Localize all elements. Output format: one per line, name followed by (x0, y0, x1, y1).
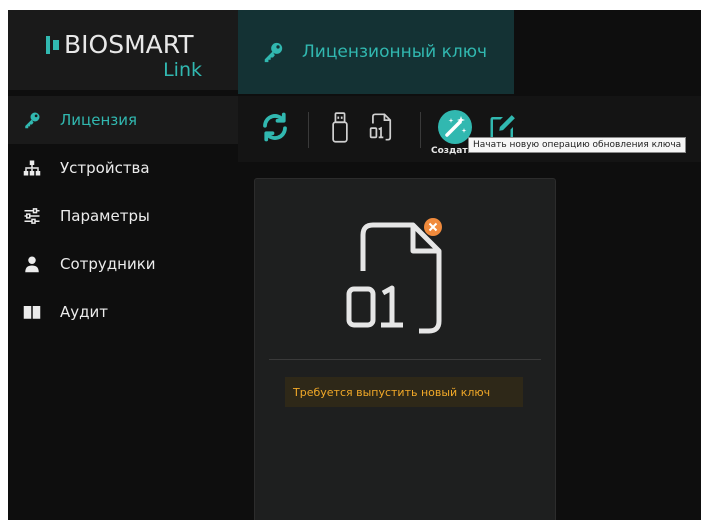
usb-drive-button[interactable] (330, 112, 350, 148)
network-icon (23, 159, 41, 177)
sidebar-item-license[interactable]: Лицензия (8, 96, 241, 144)
usb-drive-icon (330, 112, 350, 148)
sidebar-item-label: Устройства (60, 159, 150, 177)
refresh-button[interactable] (260, 112, 290, 146)
book-icon (23, 303, 41, 321)
logo-title: BIOSMART (64, 30, 194, 59)
key-icon (262, 41, 284, 63)
binary-file-icon (339, 213, 469, 343)
sidebar-nav: Лицензия Устройства Параметры Сотрудники… (8, 96, 241, 336)
toolbar-separator (308, 112, 309, 148)
logo-subtitle: Link (163, 59, 202, 81)
sidebar-item-label: Сотрудники (60, 255, 156, 273)
sidebar-item-audit[interactable]: Аудит (8, 288, 238, 336)
magic-wand-icon (438, 110, 472, 148)
sidebar-item-parameters[interactable]: Параметры (8, 192, 238, 240)
sidebar: BIOSMART Link Лицензия Устройства Параме… (8, 10, 241, 520)
sidebar-item-label: Лицензия (60, 111, 138, 129)
app-window: BIOSMART Link Лицензия Устройства Параме… (8, 10, 701, 520)
tab-bar: Лицензионный ключ (238, 10, 701, 94)
sidebar-item-devices[interactable]: Устройства (8, 144, 238, 192)
logo-mark-icon (46, 36, 62, 54)
tooltip: Начать новую операцию обновления ключа (468, 137, 687, 153)
sidebar-item-label: Параметры (60, 207, 150, 225)
binary-file-icon (368, 112, 394, 146)
tab-license-key[interactable]: Лицензионный ключ (238, 10, 514, 94)
card-divider (269, 359, 541, 360)
create-new-key-button[interactable] (438, 110, 472, 148)
logo: BIOSMART Link (8, 10, 238, 90)
status-badge: Требуется выпустить новый ключ (285, 377, 523, 407)
binary-file-button[interactable] (368, 112, 394, 146)
sliders-icon (23, 207, 41, 225)
key-icon (23, 111, 41, 129)
toolbar-separator (420, 112, 421, 148)
user-icon (23, 255, 41, 273)
sidebar-item-employees[interactable]: Сотрудники (8, 240, 238, 288)
refresh-icon (260, 112, 290, 146)
sidebar-item-label: Аудит (60, 303, 108, 321)
main-content: Требуется выпустить новый ключ (238, 162, 701, 520)
license-card: Требуется выпустить новый ключ (254, 178, 556, 520)
tab-label: Лицензионный ключ (302, 42, 488, 62)
